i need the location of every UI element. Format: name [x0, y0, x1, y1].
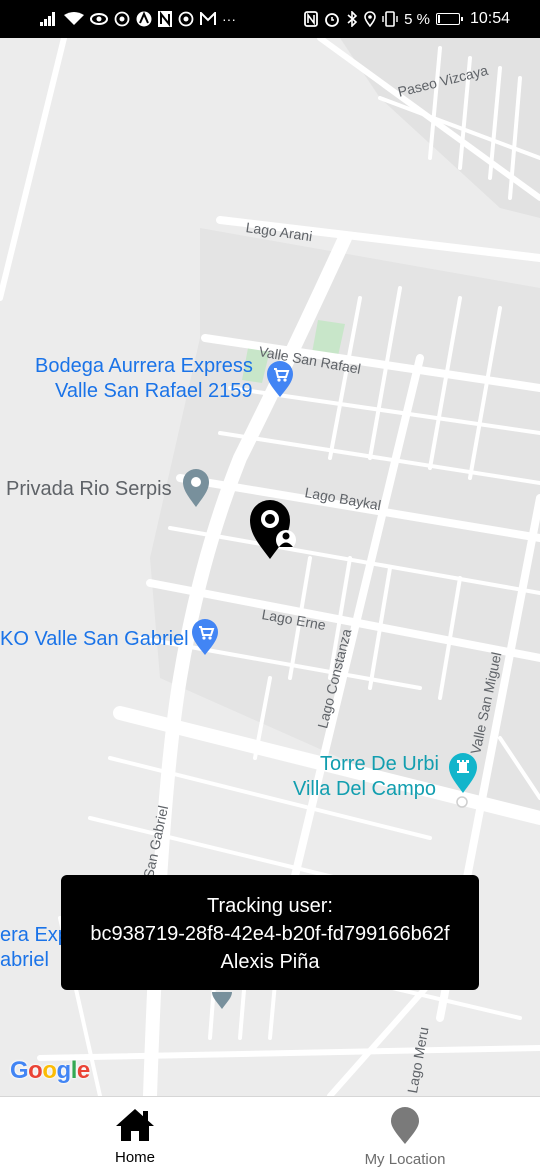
wifi-icon [64, 12, 84, 26]
tracking-toast: Tracking user: bc938719-28f8-42e4-b20f-f… [61, 875, 479, 990]
battery-icon [435, 13, 463, 25]
google-logo-text: Google [10, 1057, 90, 1084]
nav-my-location[interactable]: My Location [270, 1097, 540, 1171]
battery-percent: 5 % [404, 10, 430, 28]
poi-label-partial-line1: era Exp [0, 924, 69, 946]
eye-icon [90, 13, 108, 25]
poi-label-partial-line2: abriel [0, 949, 49, 971]
status-bar: ··· 5 % 10:54 [0, 0, 540, 38]
bluetooth-icon [346, 11, 358, 27]
shopping-cart-pin-icon[interactable] [266, 360, 294, 398]
poi-label-bodega-line2[interactable]: Valle San Rafael 2159 [55, 379, 253, 404]
location-icon [364, 11, 376, 27]
status-right-icons: 5 % 10:54 [304, 10, 510, 28]
toast-user-id: bc938719-28f8-42e4-b20f-fd799166b62f [90, 923, 450, 945]
poi-label-privada[interactable]: Privada Rio Serpis [6, 477, 172, 502]
whatsapp-icon [114, 11, 130, 27]
nfc-icon [304, 11, 318, 27]
home-icon [116, 1109, 154, 1141]
google-logo: Google [10, 1057, 90, 1085]
n-icon [158, 11, 172, 27]
more-icon: ··· [222, 11, 236, 27]
status-time: 10:54 [469, 10, 510, 27]
poi-label-bodega-line1[interactable]: Bodega Aurrera Express [35, 354, 253, 379]
signal-icon [40, 12, 58, 26]
tracked-user-pin-icon[interactable] [246, 496, 298, 562]
poi-label-torre-line1[interactable]: Torre De Urbi [320, 752, 439, 777]
tower-pin-icon[interactable] [448, 752, 478, 794]
gmail-icon [200, 12, 216, 26]
poi-label-soriana[interactable]: KO Valle San Gabriel [0, 627, 189, 652]
nav-my-location-label: My Location [364, 1151, 446, 1168]
bottom-navigation: Home My Location [0, 1096, 540, 1171]
vibrate-icon [382, 11, 398, 27]
toast-title: Tracking user: [207, 895, 333, 917]
toast-user-name: Alexis Piña [220, 951, 320, 973]
poi-label-torre-line2[interactable]: Villa Del Campo [293, 777, 436, 802]
place-pin-icon[interactable] [182, 468, 210, 508]
status-left-icons: ··· [40, 11, 236, 27]
partial-pin-icon [212, 992, 232, 1009]
nav-home[interactable]: Home [0, 1097, 270, 1171]
whatsapp-icon-2 [178, 11, 194, 27]
alarm-icon [324, 11, 340, 27]
small-marker-icon [456, 796, 468, 808]
arrival-icon [136, 11, 152, 27]
shopping-cart-pin-icon-2[interactable] [191, 618, 219, 656]
location-pin-icon [391, 1107, 419, 1144]
nav-home-label: Home [114, 1149, 155, 1166]
